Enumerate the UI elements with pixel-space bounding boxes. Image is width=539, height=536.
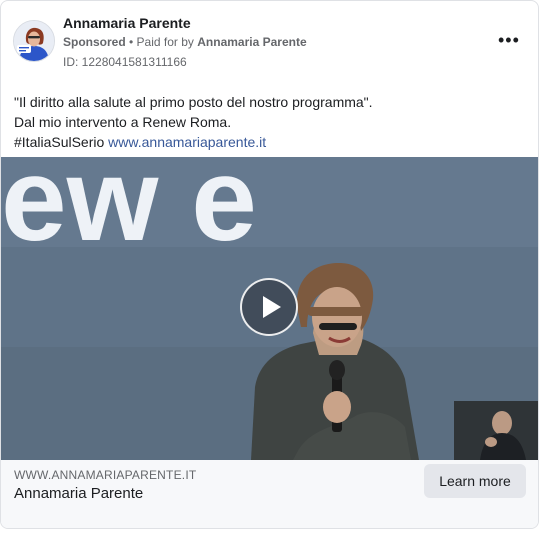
learn-more-button[interactable]: Learn more [424,464,526,498]
paid-for-prefix: • Paid for by [125,35,198,49]
paid-for-name: Annamaria Parente [197,35,307,49]
link-domain[interactable]: WWW.ANNAMARIAPARENTE.IT [14,468,196,482]
link-title[interactable]: Annamaria Parente [14,485,143,502]
sponsored-line: Sponsored • Paid for by Annamaria Parent… [63,35,307,49]
body-line-links: #ItaliaSulSerio www.annamariaparente.it [14,132,514,152]
more-options-icon[interactable]: ••• [498,31,520,49]
sponsored-label: Sponsored [63,35,126,49]
hashtag-link[interactable]: #ItaliaSulSerio [14,134,104,150]
body-line: "Il diritto alla salute al primo posto d… [14,94,373,110]
play-icon[interactable] [240,278,298,336]
profile-avatar[interactable] [13,20,55,62]
backdrop-text: ew e [1,157,257,266]
ad-card: Annamaria Parente Sponsored • Paid for b… [0,0,539,529]
ad-body-text: "Il diritto alla salute al primo posto d… [14,92,514,152]
ad-id: ID: 1228041581311166 [63,55,187,69]
page-name[interactable]: Annamaria Parente [63,15,191,31]
body-line: Dal mio intervento a Renew Roma. [14,114,232,130]
body-website-link[interactable]: www.annamariaparente.it [108,134,266,150]
play-triangle [263,296,281,318]
